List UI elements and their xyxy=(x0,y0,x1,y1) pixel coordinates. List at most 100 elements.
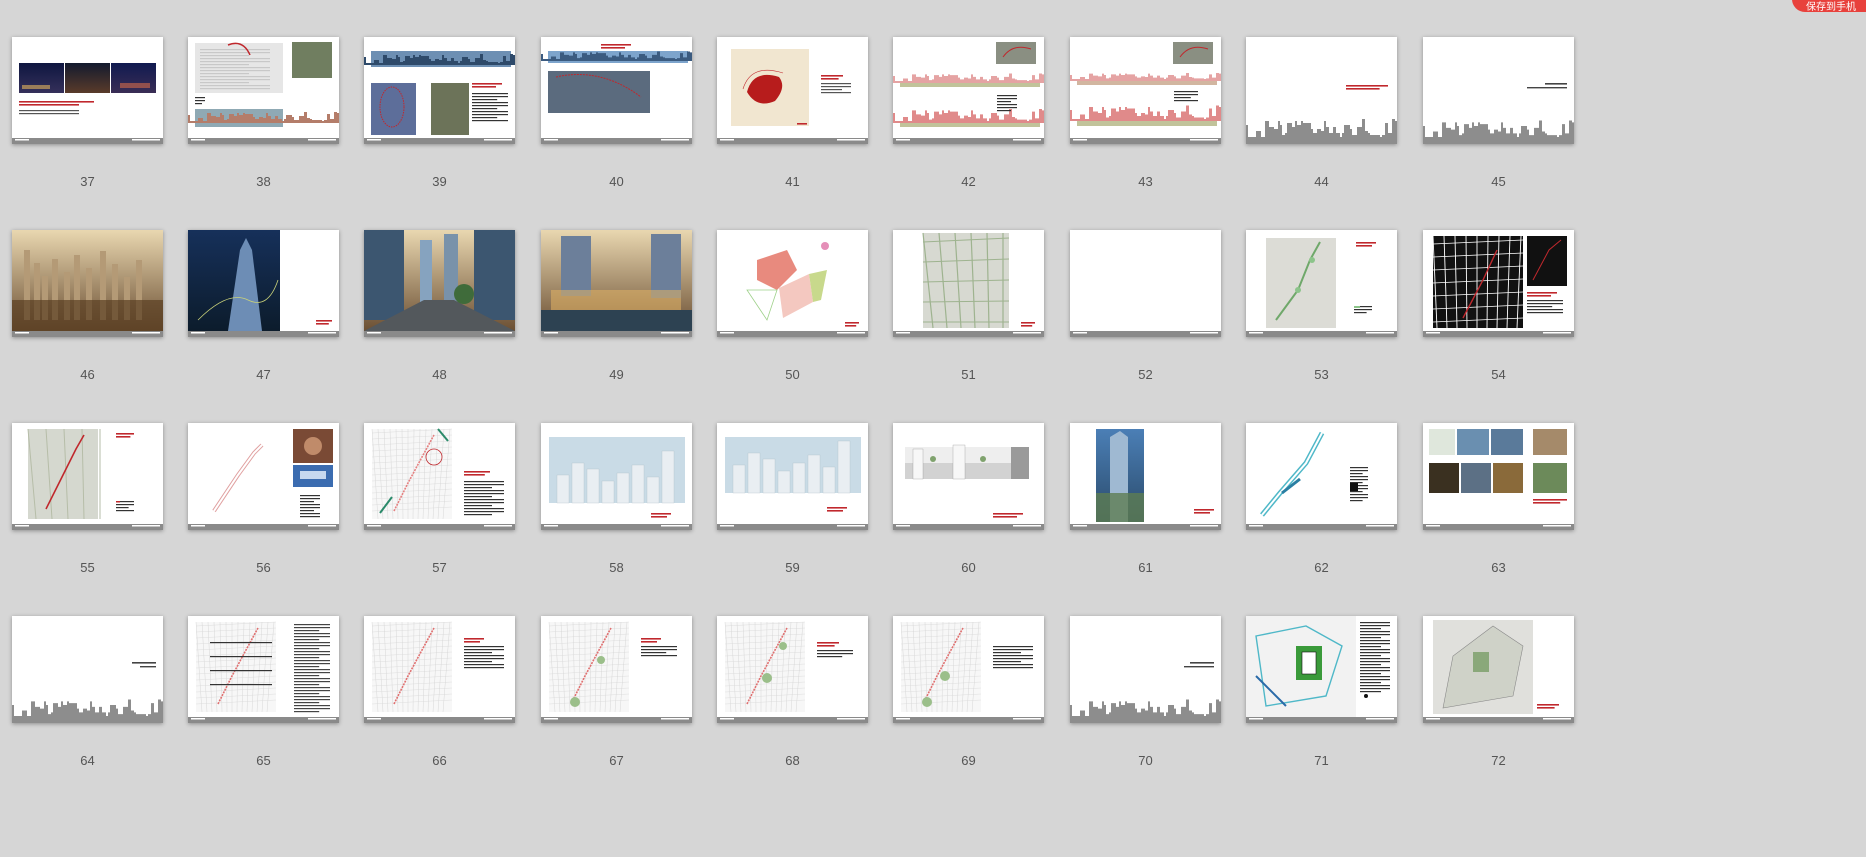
slide-preview-image xyxy=(12,428,163,530)
slide-preview[interactable] xyxy=(364,616,515,723)
slide-preview[interactable] xyxy=(717,616,868,723)
save-to-phone-button[interactable]: 保存到手机 xyxy=(1792,0,1866,13)
slide-preview[interactable] xyxy=(188,423,339,530)
slide-preview[interactable] xyxy=(1070,423,1221,530)
slide-preview[interactable] xyxy=(12,423,163,530)
slide-preview-image xyxy=(1246,85,1397,144)
slide-preview[interactable] xyxy=(364,423,515,530)
slide-number: 68 xyxy=(785,753,800,768)
slide-preview[interactable] xyxy=(893,616,1044,723)
slide-preview[interactable] xyxy=(1423,423,1574,530)
slide-preview[interactable] xyxy=(12,37,163,144)
slide-number: 49 xyxy=(609,367,624,382)
slide-preview[interactable] xyxy=(893,423,1044,530)
slide-number: 37 xyxy=(80,174,95,189)
slide-number: 55 xyxy=(80,560,95,575)
slide-number: 48 xyxy=(432,367,447,382)
slide-number: 62 xyxy=(1314,560,1329,575)
slide-preview-image xyxy=(188,230,339,337)
slide-preview[interactable] xyxy=(1246,230,1397,337)
slide-preview[interactable] xyxy=(12,616,163,723)
slide-number: 46 xyxy=(80,367,95,382)
slide-preview[interactable] xyxy=(188,616,339,723)
slide-number: 71 xyxy=(1314,753,1329,768)
slide-number: 56 xyxy=(256,560,271,575)
slide-number: 59 xyxy=(785,560,800,575)
slide-preview-image xyxy=(188,429,339,530)
slide-preview[interactable] xyxy=(1423,37,1574,144)
slide-number: 40 xyxy=(609,174,624,189)
slide-preview-image xyxy=(1070,42,1221,144)
slide-number: 54 xyxy=(1491,367,1506,382)
slide-preview[interactable] xyxy=(1423,616,1574,723)
slide-preview-image xyxy=(717,242,868,337)
slide-number: 47 xyxy=(256,367,271,382)
slide-preview-image xyxy=(541,437,692,530)
slide-number: 51 xyxy=(961,367,976,382)
slide-preview-image xyxy=(1246,616,1397,723)
slide-preview[interactable] xyxy=(188,37,339,144)
slide-number: 64 xyxy=(80,753,95,768)
slide-number: 39 xyxy=(432,174,447,189)
slide-preview-image xyxy=(893,232,1044,337)
slide-preview-image xyxy=(364,51,515,144)
slide-preview[interactable] xyxy=(541,37,692,144)
slide-preview-image xyxy=(12,662,163,723)
slide-number: 58 xyxy=(609,560,624,575)
slide-preview[interactable] xyxy=(717,37,868,144)
slide-preview-image xyxy=(12,230,163,337)
slide-preview-image xyxy=(893,444,1044,530)
slide-number: 66 xyxy=(432,753,447,768)
slide-number: 53 xyxy=(1314,367,1329,382)
slide-number: 41 xyxy=(785,174,800,189)
slide-preview[interactable] xyxy=(541,230,692,337)
slide-preview-image xyxy=(12,63,163,144)
slide-preview-image xyxy=(188,621,339,723)
slide-number: 63 xyxy=(1491,560,1506,575)
slide-preview[interactable] xyxy=(541,616,692,723)
slide-number: 43 xyxy=(1138,174,1153,189)
slide-preview[interactable] xyxy=(893,37,1044,144)
slide-preview[interactable] xyxy=(893,230,1044,337)
slide-preview-image xyxy=(364,621,515,723)
slide-preview[interactable] xyxy=(364,37,515,144)
slide-preview[interactable] xyxy=(717,423,868,530)
slide-thumbnail-grid: 37 38 39 40 41 42 43 44 45 46 47 48 49 50 51 52 53 54 55 56… xyxy=(0,0,1866,857)
slide-preview[interactable] xyxy=(1423,230,1574,337)
slide-preview-image xyxy=(188,42,339,144)
slide-number: 69 xyxy=(961,753,976,768)
slide-preview[interactable] xyxy=(1246,423,1397,530)
slide-preview-image xyxy=(1423,429,1574,530)
slide-preview[interactable] xyxy=(1070,37,1221,144)
slide-preview-image xyxy=(893,621,1044,723)
slide-preview-image xyxy=(1423,620,1574,723)
slide-number: 61 xyxy=(1138,560,1153,575)
slide-number: 67 xyxy=(609,753,624,768)
slide-preview-image xyxy=(717,49,868,144)
slide-preview-image xyxy=(541,44,692,144)
slide-number: 45 xyxy=(1491,174,1506,189)
slide-preview[interactable] xyxy=(717,230,868,337)
slide-preview[interactable] xyxy=(364,230,515,337)
slide-preview-image xyxy=(1070,331,1221,337)
slide-preview[interactable] xyxy=(1070,230,1221,337)
slide-preview[interactable] xyxy=(1246,616,1397,723)
slide-preview[interactable] xyxy=(12,230,163,337)
slide-number: 72 xyxy=(1491,753,1506,768)
slide-preview-image xyxy=(893,42,1044,144)
slide-preview[interactable] xyxy=(188,230,339,337)
slide-preview-image xyxy=(541,230,692,337)
slide-number: 50 xyxy=(785,367,800,382)
slide-preview-image xyxy=(364,428,515,530)
slide-number: 52 xyxy=(1138,367,1153,382)
slide-preview-image xyxy=(1070,662,1221,723)
slide-preview[interactable] xyxy=(1070,616,1221,723)
slide-number: 42 xyxy=(961,174,976,189)
slide-preview[interactable] xyxy=(1246,37,1397,144)
slide-number: 60 xyxy=(961,560,976,575)
slide-number: 44 xyxy=(1314,174,1329,189)
slide-number: 65 xyxy=(256,753,271,768)
slide-number: 38 xyxy=(256,174,271,189)
slide-preview[interactable] xyxy=(541,423,692,530)
slide-preview-image xyxy=(1246,431,1397,530)
